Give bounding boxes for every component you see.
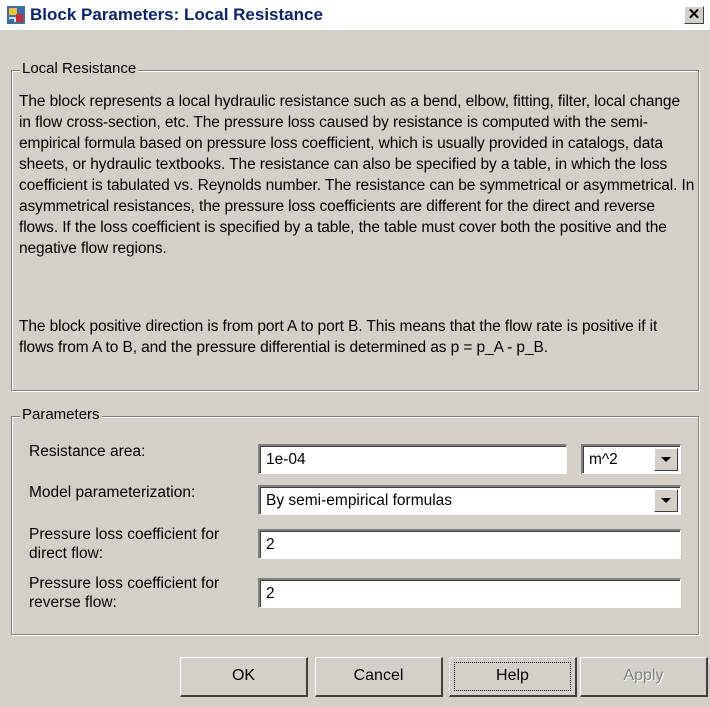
direct-flow-coefficient-input[interactable]: 2 xyxy=(258,529,681,559)
direct-flow-label-line1: Pressure loss coefficient for xyxy=(29,526,220,543)
description-paragraph-2: The block positive direction is from por… xyxy=(19,318,658,356)
reverse-flow-coefficient-input[interactable]: 2 xyxy=(258,578,681,608)
title-bar: Block Parameters: Local Resistance ✕ xyxy=(0,0,710,30)
close-icon: ✕ xyxy=(687,6,701,23)
resistance-area-label: Resistance area: xyxy=(29,443,146,460)
cancel-button[interactable]: Cancel xyxy=(315,657,443,697)
apply-button[interactable]: Apply xyxy=(580,657,708,697)
simulink-block-icon xyxy=(7,6,25,24)
chevron-down-icon[interactable] xyxy=(654,448,678,471)
reverse-flow-label-line2: reverse flow: xyxy=(29,594,117,611)
window-title: Block Parameters: Local Resistance xyxy=(30,5,323,24)
focus-ring xyxy=(454,662,571,691)
model-parameterization-label: Model parameterization: xyxy=(29,484,196,501)
resistance-area-input[interactable]: 1e-04 xyxy=(258,444,567,474)
chevron-down-icon[interactable] xyxy=(654,489,678,512)
resistance-area-unit-dropdown[interactable]: m^2 xyxy=(581,444,681,474)
close-button[interactable]: ✕ xyxy=(684,6,704,24)
reverse-flow-label-line1: Pressure loss coefficient for xyxy=(29,575,220,592)
resistance-area-unit-value: m^2 xyxy=(589,451,618,468)
reverse-flow-label: Pressure loss coefficient for reverse fl… xyxy=(29,574,219,612)
direct-flow-label: Pressure loss coefficient for direct flo… xyxy=(29,525,219,563)
parameters-group-label: Parameters xyxy=(20,405,102,425)
description-group-label: Local Resistance xyxy=(20,59,139,79)
direct-flow-label-line2: direct flow: xyxy=(29,545,104,562)
model-parameterization-dropdown[interactable]: By semi-empirical formulas xyxy=(258,485,681,515)
model-parameterization-value: By semi-empirical formulas xyxy=(266,492,453,509)
help-button[interactable]: Help xyxy=(449,657,577,697)
ok-button[interactable]: OK xyxy=(180,657,308,697)
description-paragraph-1: The block represents a local hydraulic r… xyxy=(19,93,695,257)
